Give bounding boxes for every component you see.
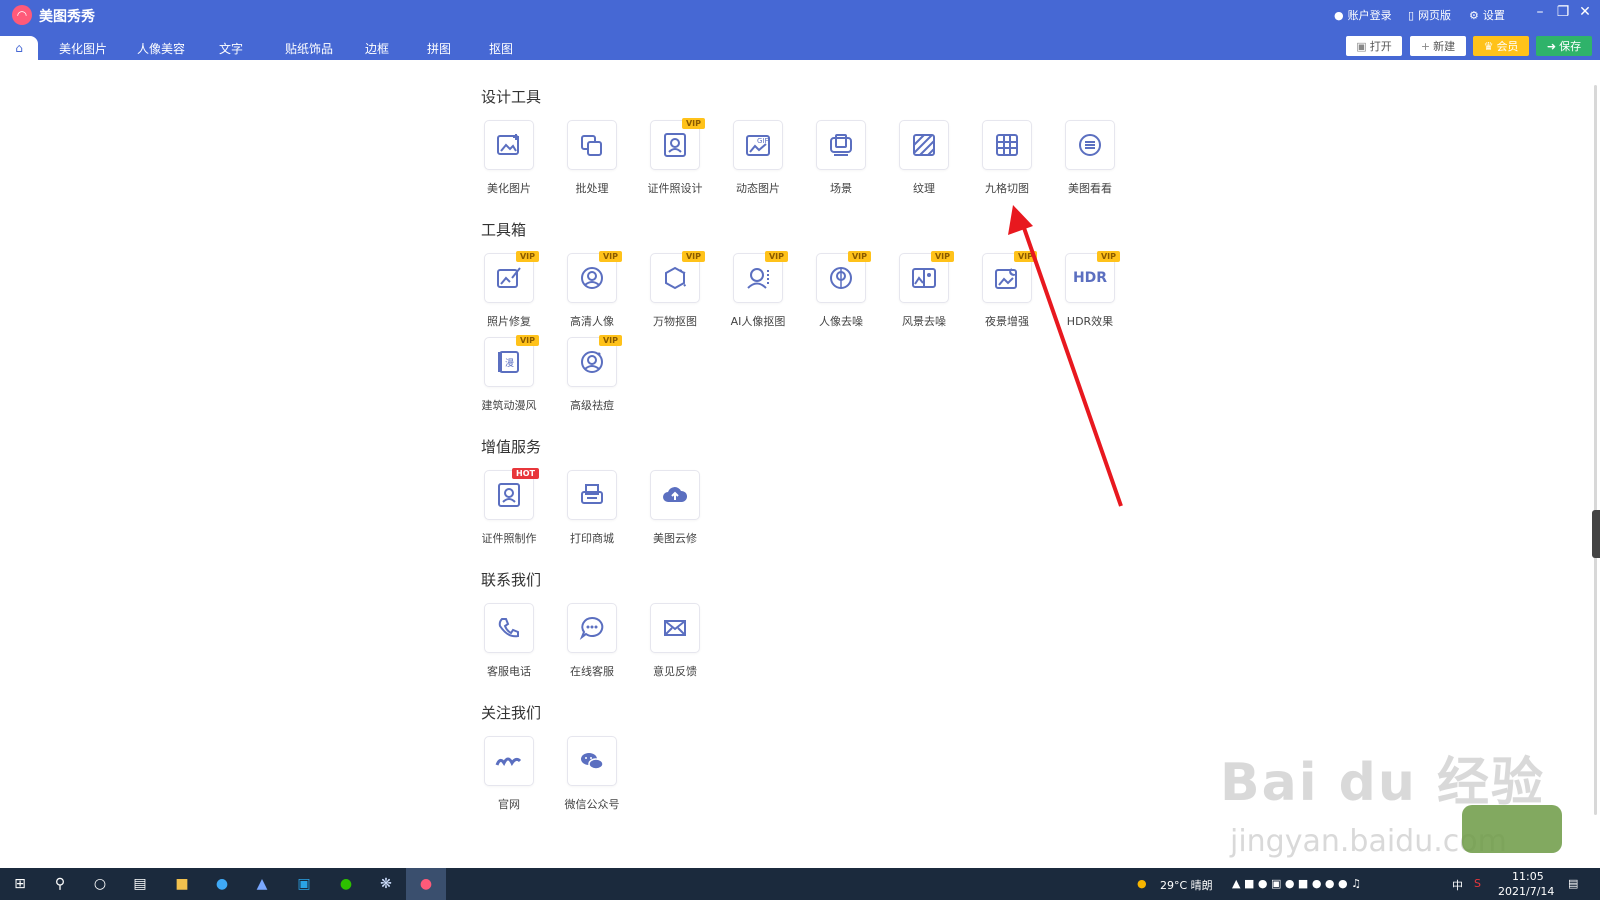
search-icon[interactable]: ⚲: [40, 868, 80, 900]
windows-start-icon[interactable]: ⊞: [0, 868, 40, 900]
file-explorer-icon[interactable]: ■: [162, 868, 202, 900]
wechat-taskbar-icon[interactable]: ●: [326, 868, 366, 900]
mascot-badge: [1462, 805, 1562, 853]
system-tray-icons[interactable]: ▲ ■ ● ▣ ● ■ ● ● ● ♫: [1232, 877, 1361, 890]
baidu-watermark: Bai du 经验: [1220, 753, 1545, 813]
side-panel-handle[interactable]: [1592, 510, 1600, 558]
app-icon-2[interactable]: ▣: [284, 868, 324, 900]
edge-browser-icon[interactable]: ●: [202, 868, 242, 900]
ime-indicator[interactable]: 中: [1452, 877, 1463, 893]
scrollbar[interactable]: [1594, 85, 1597, 815]
cortana-icon[interactable]: ○: [80, 868, 120, 900]
meitu-taskbar-icon[interactable]: ●: [406, 868, 446, 900]
annotation-arrow: [1008, 205, 1123, 507]
app-icon-3[interactable]: ❋: [366, 868, 406, 900]
weather-text[interactable]: 29°C 晴朗: [1160, 877, 1213, 893]
clock-time[interactable]: 11:05: [1512, 870, 1544, 883]
app-icon-1[interactable]: ▲: [242, 868, 282, 900]
notification-icon[interactable]: ▤: [1568, 877, 1578, 890]
sogou-icon[interactable]: S: [1474, 877, 1481, 890]
weather-icon: ●: [1137, 877, 1147, 890]
task-view-icon[interactable]: ▤: [120, 868, 160, 900]
clock-date[interactable]: 2021/7/14: [1498, 885, 1554, 898]
